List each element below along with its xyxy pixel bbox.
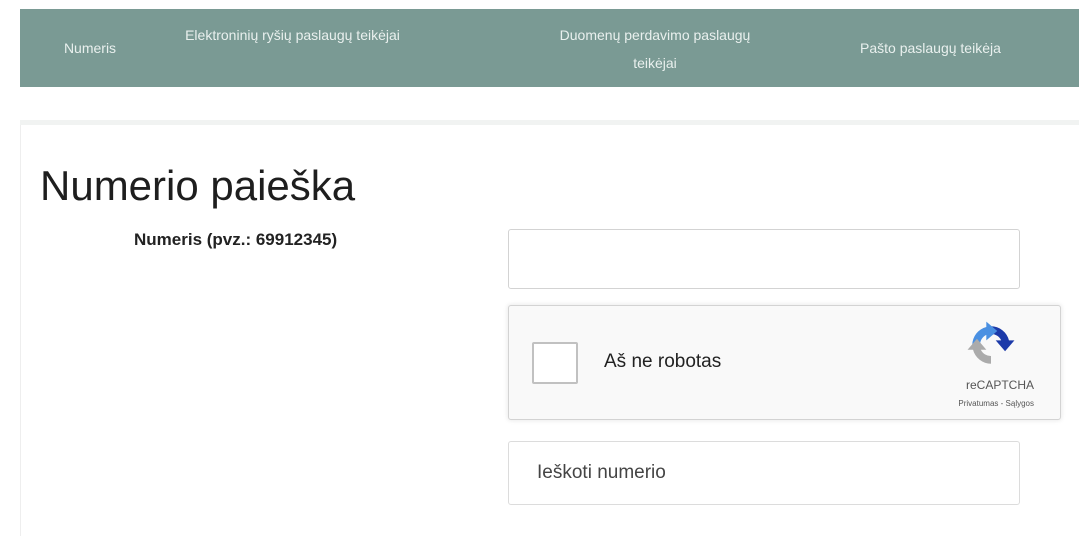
- recaptcha-widget: Aš ne robotas reCAPTCHA Privatumas - Sąl…: [508, 305, 1061, 420]
- number-input[interactable]: [508, 229, 1020, 289]
- recaptcha-privacy-terms-links[interactable]: Privatumas - Sąlygos: [958, 399, 1034, 408]
- nav-item-data-transmission-providers[interactable]: Duomenų perdavimo paslaugų teikėjai: [555, 21, 755, 77]
- recaptcha-label: Aš ne robotas: [604, 351, 722, 372]
- recaptcha-checkbox[interactable]: [532, 342, 578, 384]
- nav-item-postal-service-providers[interactable]: Pašto paslaugų teikėja: [860, 34, 1079, 62]
- page: Numeris Elektroninių ryšių paslaugų teik…: [0, 0, 1079, 536]
- nav-item-numeris[interactable]: Numeris: [40, 34, 140, 62]
- search-number-button[interactable]: Ieškoti numerio: [508, 441, 1020, 505]
- nav-item-electronic-communications-providers[interactable]: Elektroninių ryšių paslaugų teikėjai: [185, 21, 400, 49]
- page-title: Numerio paieška: [40, 162, 356, 209]
- recaptcha-logo-icon: [967, 321, 1015, 364]
- recaptcha-brand: reCAPTCHA: [965, 378, 1034, 392]
- top-navigation: Numeris Elektroninių ryšių paslaugų teik…: [20, 9, 1079, 87]
- number-field-label: Numeris (pvz.: 69912345): [134, 230, 338, 249]
